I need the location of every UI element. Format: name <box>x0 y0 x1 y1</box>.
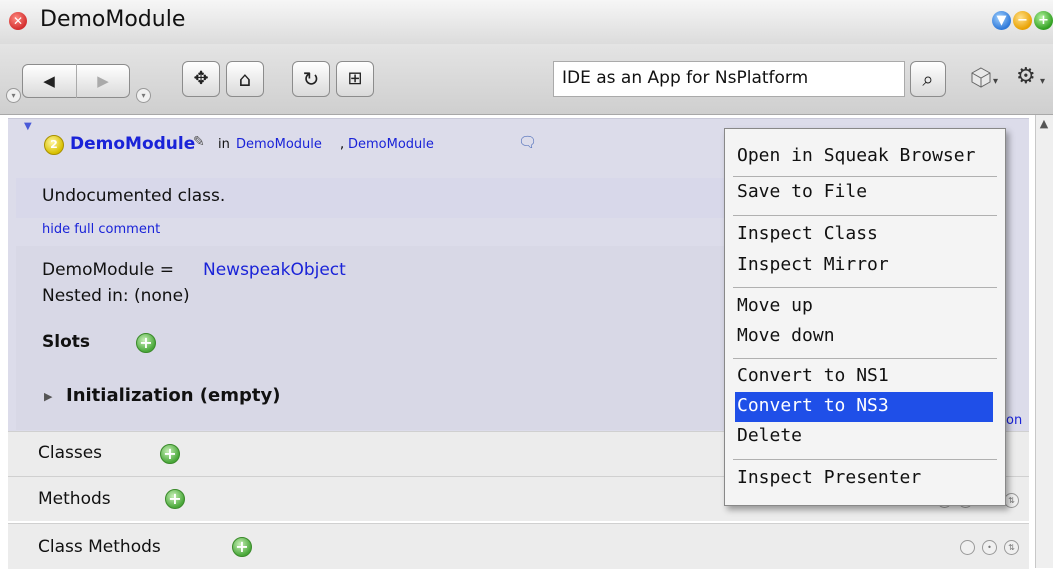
minus-icon: − <box>1017 13 1028 28</box>
comment-bubble-icon[interactable]: 🗨 <box>518 133 537 151</box>
module-path-link-1[interactable]: DemoModule <box>236 137 322 152</box>
classes-label: Classes <box>38 443 103 463</box>
sort-button[interactable]: ⇅ <box>1004 493 1019 508</box>
toggle-view-button[interactable] <box>960 540 975 555</box>
close-icon: ✕ <box>12 14 24 28</box>
forward-button[interactable]: ▶ <box>76 64 130 98</box>
menu-item-inspect-mirror[interactable]: Inspect Mirror <box>737 254 889 275</box>
search-input[interactable]: IDE as an App for NsPlatform <box>553 61 905 97</box>
add-slot-button[interactable]: + <box>136 333 156 353</box>
add-class-button[interactable]: + <box>160 444 180 464</box>
class-methods-label: Class Methods <box>38 537 161 557</box>
refresh-button[interactable]: ↻ <box>292 61 330 97</box>
class-comment: Undocumented class. <box>42 186 226 206</box>
menu-item-save-to-file[interactable]: Save to File <box>737 181 867 202</box>
plus-icon: + <box>235 537 249 556</box>
module-name-link[interactable]: DemoModule <box>70 134 195 154</box>
menu-item-delete[interactable]: Delete <box>737 425 802 446</box>
refresh-icon: ↻ <box>302 67 320 91</box>
settings-button[interactable]: ⚙ <box>1016 64 1038 89</box>
chevron-down-icon: ▾ <box>141 91 146 100</box>
context-menu: Open in Squeak Browser Save to File Insp… <box>724 128 1006 506</box>
chevron-down-icon: ▾ <box>993 76 999 87</box>
in-label: in <box>218 137 230 152</box>
methods-label: Methods <box>38 489 111 509</box>
home-button[interactable]: ⌂ <box>226 61 264 97</box>
maximize-button[interactable]: + <box>1034 11 1053 30</box>
menu-item-open-squeak-browser[interactable]: Open in Squeak Browser <box>737 145 975 166</box>
chevron-down-icon: ▾ <box>11 91 16 100</box>
menu-item-convert-ns3[interactable]: Convert to NS3 <box>737 395 889 416</box>
menu-separator <box>733 358 997 359</box>
list-item <box>8 523 1029 569</box>
menu-separator <box>733 287 997 288</box>
chevron-down-icon: ▾ <box>1040 76 1046 87</box>
partial-link[interactable]: on <box>1006 413 1022 428</box>
slots-label: Slots <box>42 332 90 352</box>
scrollbar[interactable] <box>1035 115 1053 568</box>
menu-separator <box>733 459 997 460</box>
forward-arrow-icon: ▶ <box>97 72 109 90</box>
add-class-method-button[interactable]: + <box>232 537 252 557</box>
edit-icon[interactable]: ✎ <box>193 134 205 150</box>
menu-item-move-up[interactable]: Move up <box>737 295 813 316</box>
plus-icon: + <box>139 333 153 352</box>
minimize-button[interactable]: − <box>1013 11 1032 30</box>
plus-icon: + <box>163 444 177 463</box>
module-path-link-2[interactable]: DemoModule <box>348 137 434 152</box>
superclass-prefix: DemoModule = <box>42 260 174 280</box>
back-button[interactable]: ◀ <box>22 64 76 98</box>
add-method-button[interactable]: + <box>165 489 185 509</box>
collapse-triangle[interactable]: ▼ <box>24 121 32 132</box>
move-arrows-icon: ✥ <box>193 68 209 89</box>
new-window-button[interactable]: ⊞ <box>336 61 374 97</box>
initialization-label[interactable]: Initialization (empty) <box>66 385 280 406</box>
menu-separator <box>733 176 997 177</box>
sort-button[interactable]: ⇅ <box>1004 540 1019 555</box>
plus-icon: + <box>168 489 182 508</box>
menu-separator <box>733 215 997 216</box>
plus-icon: + <box>1038 13 1049 28</box>
cube-dropdown-arrow: ▾ <box>993 76 998 87</box>
module-number-badge: 2 <box>44 135 64 155</box>
path-separator: , <box>340 137 345 152</box>
settings-dropdown-arrow: ▾ <box>1040 76 1045 87</box>
back-arrow-icon: ◀ <box>43 72 55 90</box>
cube-icon <box>971 67 991 88</box>
scroll-up-arrow[interactable]: ▲ <box>1038 117 1050 131</box>
close-window-button[interactable]: ✕ <box>9 12 27 30</box>
cube-menu-button[interactable] <box>970 66 992 88</box>
search-button[interactable]: ⌕ <box>910 61 946 97</box>
move-button[interactable]: ✥ <box>182 61 220 97</box>
new-window-icon: ⊞ <box>347 68 363 89</box>
gear-icon: ⚙ <box>1016 64 1036 89</box>
menu-item-convert-ns1[interactable]: Convert to NS1 <box>737 365 889 386</box>
back-history-dropdown[interactable]: ▾ <box>6 88 21 103</box>
menu-item-move-down[interactable]: Move down <box>737 325 835 346</box>
superclass-link[interactable]: NewspeakObject <box>203 260 346 280</box>
window-menu-button[interactable]: ▼ <box>992 11 1011 30</box>
hide-comment-link[interactable]: hide full comment <box>42 222 160 237</box>
window-title: DemoModule <box>40 7 186 32</box>
chevron-down-icon: ▼ <box>996 13 1007 28</box>
menu-item-inspect-presenter[interactable]: Inspect Presenter <box>737 467 921 488</box>
home-icon: ⌂ <box>238 67 252 91</box>
nested-in-label: Nested in: (none) <box>42 286 190 306</box>
forward-history-dropdown[interactable]: ▾ <box>136 88 151 103</box>
expand-triangle[interactable]: ▶ <box>44 390 52 403</box>
dot-button[interactable]: • <box>982 540 997 555</box>
menu-item-inspect-class[interactable]: Inspect Class <box>737 223 878 244</box>
search-icon: ⌕ <box>922 67 934 91</box>
